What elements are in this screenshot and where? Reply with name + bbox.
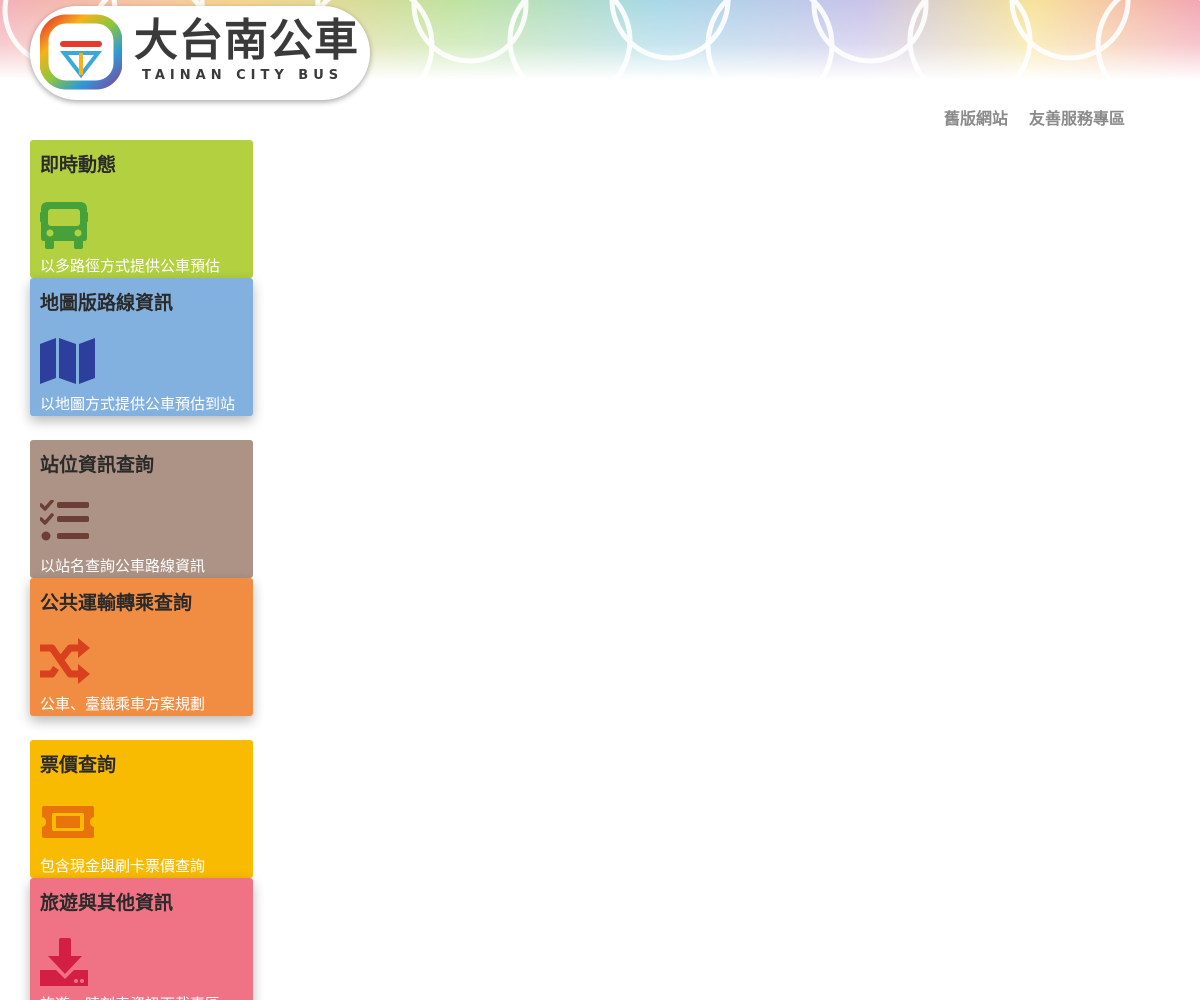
logo-emblem-icon bbox=[40, 14, 122, 90]
card-title: 旅遊與其他資訊 bbox=[40, 892, 174, 914]
card-stop-info[interactable]: 站位資訊查詢 以站名查詢公車路線資訊 bbox=[30, 440, 253, 578]
logo-subtitle: TAINAN CITY BUS bbox=[142, 68, 344, 83]
shuffle-icon bbox=[40, 638, 90, 684]
card-title: 地圖版路線資訊 bbox=[40, 292, 174, 314]
logo-title: 大台南公車 bbox=[134, 15, 359, 66]
card-description: 旅遊、時刻表資訊下載專區 bbox=[40, 992, 240, 1000]
card-title: 即時動態 bbox=[40, 154, 117, 176]
page: 大台南公車 TAINAN CITY BUS 舊版網站 友善服務專區 即時動態 以… bbox=[0, 0, 1200, 1000]
card-description: 包含現金與刷卡票價查詢 bbox=[40, 857, 206, 875]
old-site-link[interactable]: 舊版網站 bbox=[944, 108, 1008, 130]
ticket-icon bbox=[42, 806, 94, 838]
bus-icon bbox=[40, 202, 88, 249]
card-description: 以地圖方式提供公車預估到站資訊 bbox=[40, 395, 236, 413]
card-description: 以站名查詢公車路線資訊 bbox=[40, 557, 206, 575]
friendly-service-link[interactable]: 友善服務專區 bbox=[1029, 108, 1125, 130]
card-title: 公共運輸轉乘查詢 bbox=[40, 592, 193, 614]
card-description: 以多路徑方式提供公車預估 bbox=[40, 257, 221, 275]
card-map-route[interactable]: 地圖版路線資訊 以地圖方式提供公車預估到站資訊 bbox=[30, 278, 253, 416]
card-realtime[interactable]: 即時動態 以多路徑方式提供公車預估 bbox=[30, 140, 253, 278]
map-icon bbox=[40, 338, 95, 384]
card-title: 票價查詢 bbox=[40, 754, 117, 776]
card-fare-query[interactable]: 票價查詢 包含現金與刷卡票價查詢 bbox=[30, 740, 253, 878]
card-title: 站位資訊查詢 bbox=[40, 454, 155, 476]
checklist-icon bbox=[40, 500, 89, 541]
card-transfer-query[interactable]: 公共運輸轉乘查詢 公車、臺鐵乘車方案規劃 bbox=[30, 578, 253, 716]
card-description: 公車、臺鐵乘車方案規劃 bbox=[40, 695, 206, 713]
card-travel-other[interactable]: 旅遊與其他資訊 旅遊、時刻表資訊下載專區 bbox=[30, 878, 253, 1000]
download-icon bbox=[40, 938, 88, 986]
site-logo[interactable]: 大台南公車 TAINAN CITY BUS bbox=[30, 6, 370, 100]
